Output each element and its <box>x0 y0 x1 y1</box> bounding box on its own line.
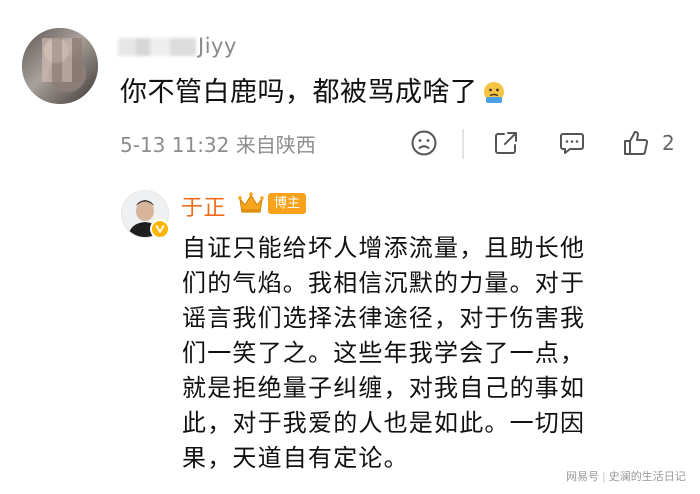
watermark: 网易号 | 史澜的生活日记 <box>566 468 686 484</box>
verified-v-icon <box>155 225 165 233</box>
blogger-badge: 博主 <box>268 193 306 214</box>
reply-text-line-2: 们的气焰。我相信沉默的力量。对于 <box>182 269 586 297</box>
reply-text-line-5: 就是拒绝量子纠缠，对我自己的事如 <box>182 374 586 402</box>
like-icon <box>624 130 649 155</box>
action-divider <box>462 129 464 159</box>
comment-text-body: 你不管白鹿吗，都被骂成啥了 <box>120 77 478 108</box>
like-button[interactable] <box>622 128 650 158</box>
reply-text-line-7: 果，天道自有定论。 <box>182 444 409 472</box>
comment-icon <box>560 133 584 154</box>
watermark-divider: | <box>602 470 606 483</box>
share-button[interactable] <box>492 128 520 158</box>
reply-text-line-6: 此，对于我爱的人也是如此。一切因 <box>182 409 586 437</box>
comment-button[interactable] <box>558 128 586 158</box>
verified-badge <box>150 219 170 239</box>
comment-meta: 5-13 11:32 来自陕西 <box>120 129 316 158</box>
comment-text: 你不管白鹿吗，都被骂成啥了 <box>120 70 506 109</box>
reply-text-line-3: 谣言我们选择法律途径，对于伤害我 <box>182 304 586 332</box>
watermark-source: 网易号 <box>566 470 599 483</box>
sad-face-icon <box>411 130 437 156</box>
reply-text-line-1: 自证只能给坏人增添流量，且助长他 <box>182 234 586 262</box>
watermark-account: 史澜的生活日记 <box>608 470 686 483</box>
sad-face-button[interactable] <box>410 128 438 158</box>
reply-text-line-4: 们一笑了之。这些年我学会了一点， <box>182 339 586 367</box>
share-icon <box>495 132 517 154</box>
like-count: 2 <box>662 131 675 155</box>
commenter-avatar[interactable] <box>22 28 98 104</box>
commenter-username[interactable]: Jiyy <box>118 34 237 58</box>
blurred-username-prefix <box>118 38 196 56</box>
crown-icon <box>238 192 264 213</box>
commenter-username-suffix: Jiyy <box>198 34 237 58</box>
thinking-face-emoji <box>483 82 504 103</box>
comment-location: 来自陕西 <box>235 133 316 157</box>
replier-username[interactable]: 于正 <box>181 190 226 222</box>
comment-datetime: 5-13 11:32 <box>120 133 230 157</box>
